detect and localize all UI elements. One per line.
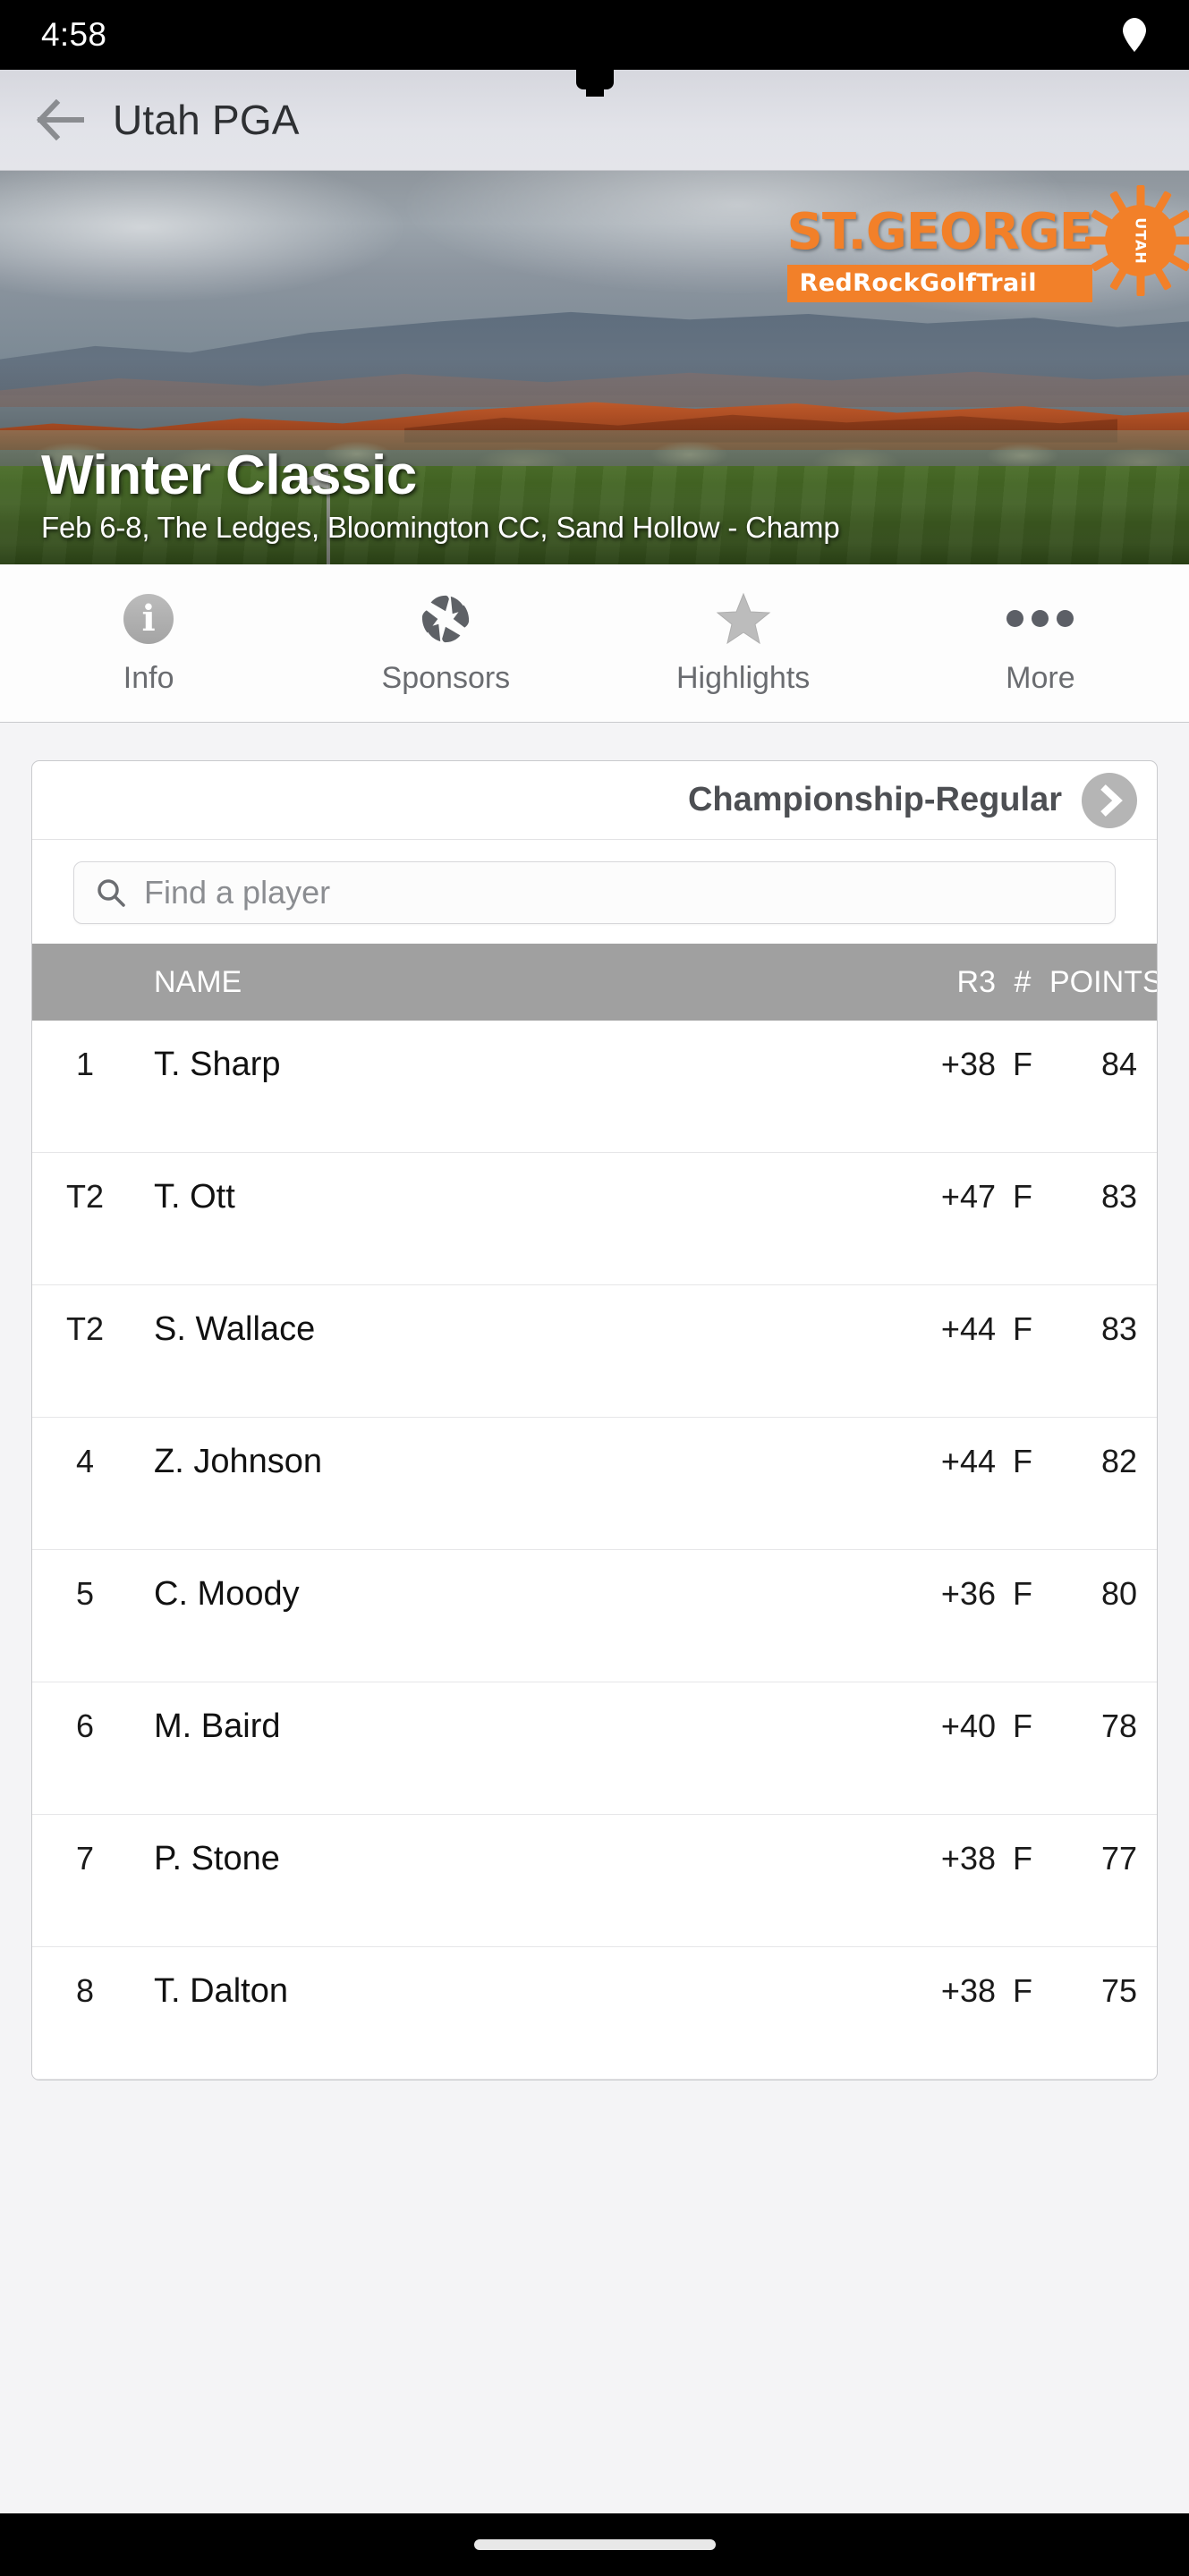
tab-sponsors-label: Sponsors [381, 660, 511, 695]
cell-rank: 8 [75, 1972, 95, 2009]
tab-more[interactable]: More [892, 564, 1189, 722]
table-row[interactable]: 8 T. Dalton +38 F 75 [32, 1947, 1157, 2080]
cell-points: 83 [1100, 1178, 1137, 1215]
cell-points: 78 [1100, 1707, 1137, 1744]
cell-num: F [1013, 1046, 1032, 1082]
tab-bar: i Info Sponsors Highlights More [0, 564, 1189, 723]
hero-text-block: Winter Classic Feb 6-8, The Ledges, Bloo… [41, 444, 840, 545]
table-row[interactable]: 1 T. Sharp +38 F 84 [32, 1021, 1157, 1153]
chevron-right-icon[interactable] [1082, 772, 1137, 828]
cell-num: F [1013, 1840, 1032, 1877]
search-container: Find a player [32, 840, 1157, 944]
cell-points: 80 [1100, 1575, 1137, 1612]
table-row[interactable]: T2 S. Wallace +44 F 83 [32, 1285, 1157, 1418]
ellipsis-icon [1006, 591, 1074, 647]
leaderboard-rows: 1 T. Sharp +38 F 84 T2 T. Ott +47 F 83 T2 S. Wallac… [32, 1021, 1157, 2080]
status-time: 4:58 [41, 16, 107, 53]
cell-rank: 1 [75, 1046, 95, 1082]
cell-r3: +47 [940, 1178, 996, 1215]
table-row[interactable]: 5 C. Moody +36 F 80 [32, 1550, 1157, 1682]
search-placeholder: Find a player [144, 874, 331, 911]
back-button[interactable] [32, 92, 88, 148]
column-header-num: # [1014, 964, 1032, 999]
column-header-r3: R3 [956, 964, 996, 999]
event-subtitle: Feb 6-8, The Ledges, Bloomington CC, San… [41, 511, 840, 544]
cell-name: S. Wallace [154, 1310, 316, 1348]
tab-sponsors[interactable]: Sponsors [297, 564, 594, 722]
bottom-nav-bar [0, 2513, 1189, 2576]
sun-label: UTAH [1132, 216, 1150, 265]
cell-rank: 4 [75, 1443, 95, 1479]
cell-points: 75 [1100, 1972, 1137, 2009]
cell-r3: +44 [940, 1310, 996, 1347]
cell-name: Z. Johnson [154, 1443, 322, 1480]
logo-primary-text: ST.GEORGE [786, 203, 1093, 261]
event-title: Winter Classic [41, 445, 417, 506]
cell-r3: +38 [940, 1046, 996, 1082]
cell-r3: +38 [940, 1972, 996, 2009]
cell-points: 77 [1100, 1840, 1137, 1877]
star-icon [716, 591, 771, 647]
leaderboard-selector-label: Championship-Regular [687, 781, 1062, 818]
cell-num: F [1013, 1443, 1032, 1479]
cell-name: T. Sharp [154, 1046, 281, 1083]
cell-rank: T2 [65, 1310, 104, 1347]
cell-r3: +44 [940, 1443, 996, 1479]
table-row[interactable]: T2 T. Ott +47 F 83 [32, 1153, 1157, 1285]
cell-name: P. Stone [154, 1840, 280, 1877]
camera-notch [575, 68, 614, 89]
sun-core: UTAH [1105, 205, 1176, 276]
home-indicator[interactable] [473, 2539, 716, 2550]
cell-points: 83 [1100, 1310, 1137, 1347]
back-arrow-icon [36, 99, 84, 140]
cell-r3: +38 [940, 1840, 996, 1877]
location-arrow-icon [1123, 18, 1146, 52]
cell-num: F [1013, 1310, 1032, 1347]
column-header-name: NAME [154, 964, 242, 999]
status-icons [1121, 17, 1148, 53]
logo-secondary-text: RedRockGolfTrail [786, 265, 1092, 302]
cell-points: 82 [1100, 1443, 1137, 1479]
leaderboard-card: Championship-Regular Find a player NAME … [31, 760, 1158, 2080]
cell-rank: T2 [65, 1178, 104, 1215]
search-icon [98, 879, 125, 907]
sun-icon: UTAH [1083, 183, 1189, 298]
tab-highlights[interactable]: Highlights [595, 564, 892, 722]
camera-aperture-icon [420, 591, 471, 647]
page-title: Utah PGA [113, 97, 300, 143]
cell-num: F [1013, 1972, 1032, 2009]
search-input[interactable]: Find a player [73, 861, 1116, 924]
leaderboard-selector[interactable]: Championship-Regular [32, 761, 1157, 840]
info-circle-icon: i [123, 591, 174, 647]
cell-r3: +36 [940, 1575, 996, 1612]
cell-name: C. Moody [154, 1575, 300, 1613]
cell-points: 84 [1100, 1046, 1137, 1082]
cell-rank: 5 [75, 1575, 95, 1612]
table-row[interactable]: 7 P. Stone +38 F 77 [32, 1815, 1157, 1947]
tab-highlights-label: Highlights [675, 660, 811, 695]
cell-rank: 6 [75, 1707, 95, 1744]
table-header-row: NAME R3 # POINTS [32, 944, 1157, 1021]
cell-rank: 7 [75, 1840, 95, 1877]
hero-banner: ST.GEORGE RedRockGolfTrail UTAH Winter C… [0, 171, 1189, 564]
tab-info[interactable]: i Info [0, 564, 297, 722]
cell-num: F [1013, 1707, 1032, 1744]
tab-more-label: More [1006, 660, 1075, 695]
status-bar: 4:58 [0, 0, 1189, 89]
sponsor-logo: ST.GEORGE RedRockGolfTrail UTAH [786, 185, 1189, 302]
cell-name: T. Ott [154, 1178, 235, 1216]
column-header-points: POINTS [1049, 964, 1158, 999]
tab-info-label: Info [123, 660, 174, 695]
cell-name: T. Dalton [154, 1972, 288, 2010]
table-row[interactable]: 6 M. Baird +40 F 78 [32, 1682, 1157, 1815]
table-row[interactable]: 4 Z. Johnson +44 F 82 [32, 1418, 1157, 1550]
cell-num: F [1013, 1178, 1032, 1215]
cell-num: F [1013, 1575, 1032, 1612]
cell-r3: +40 [940, 1707, 996, 1744]
cell-name: M. Baird [154, 1707, 281, 1745]
